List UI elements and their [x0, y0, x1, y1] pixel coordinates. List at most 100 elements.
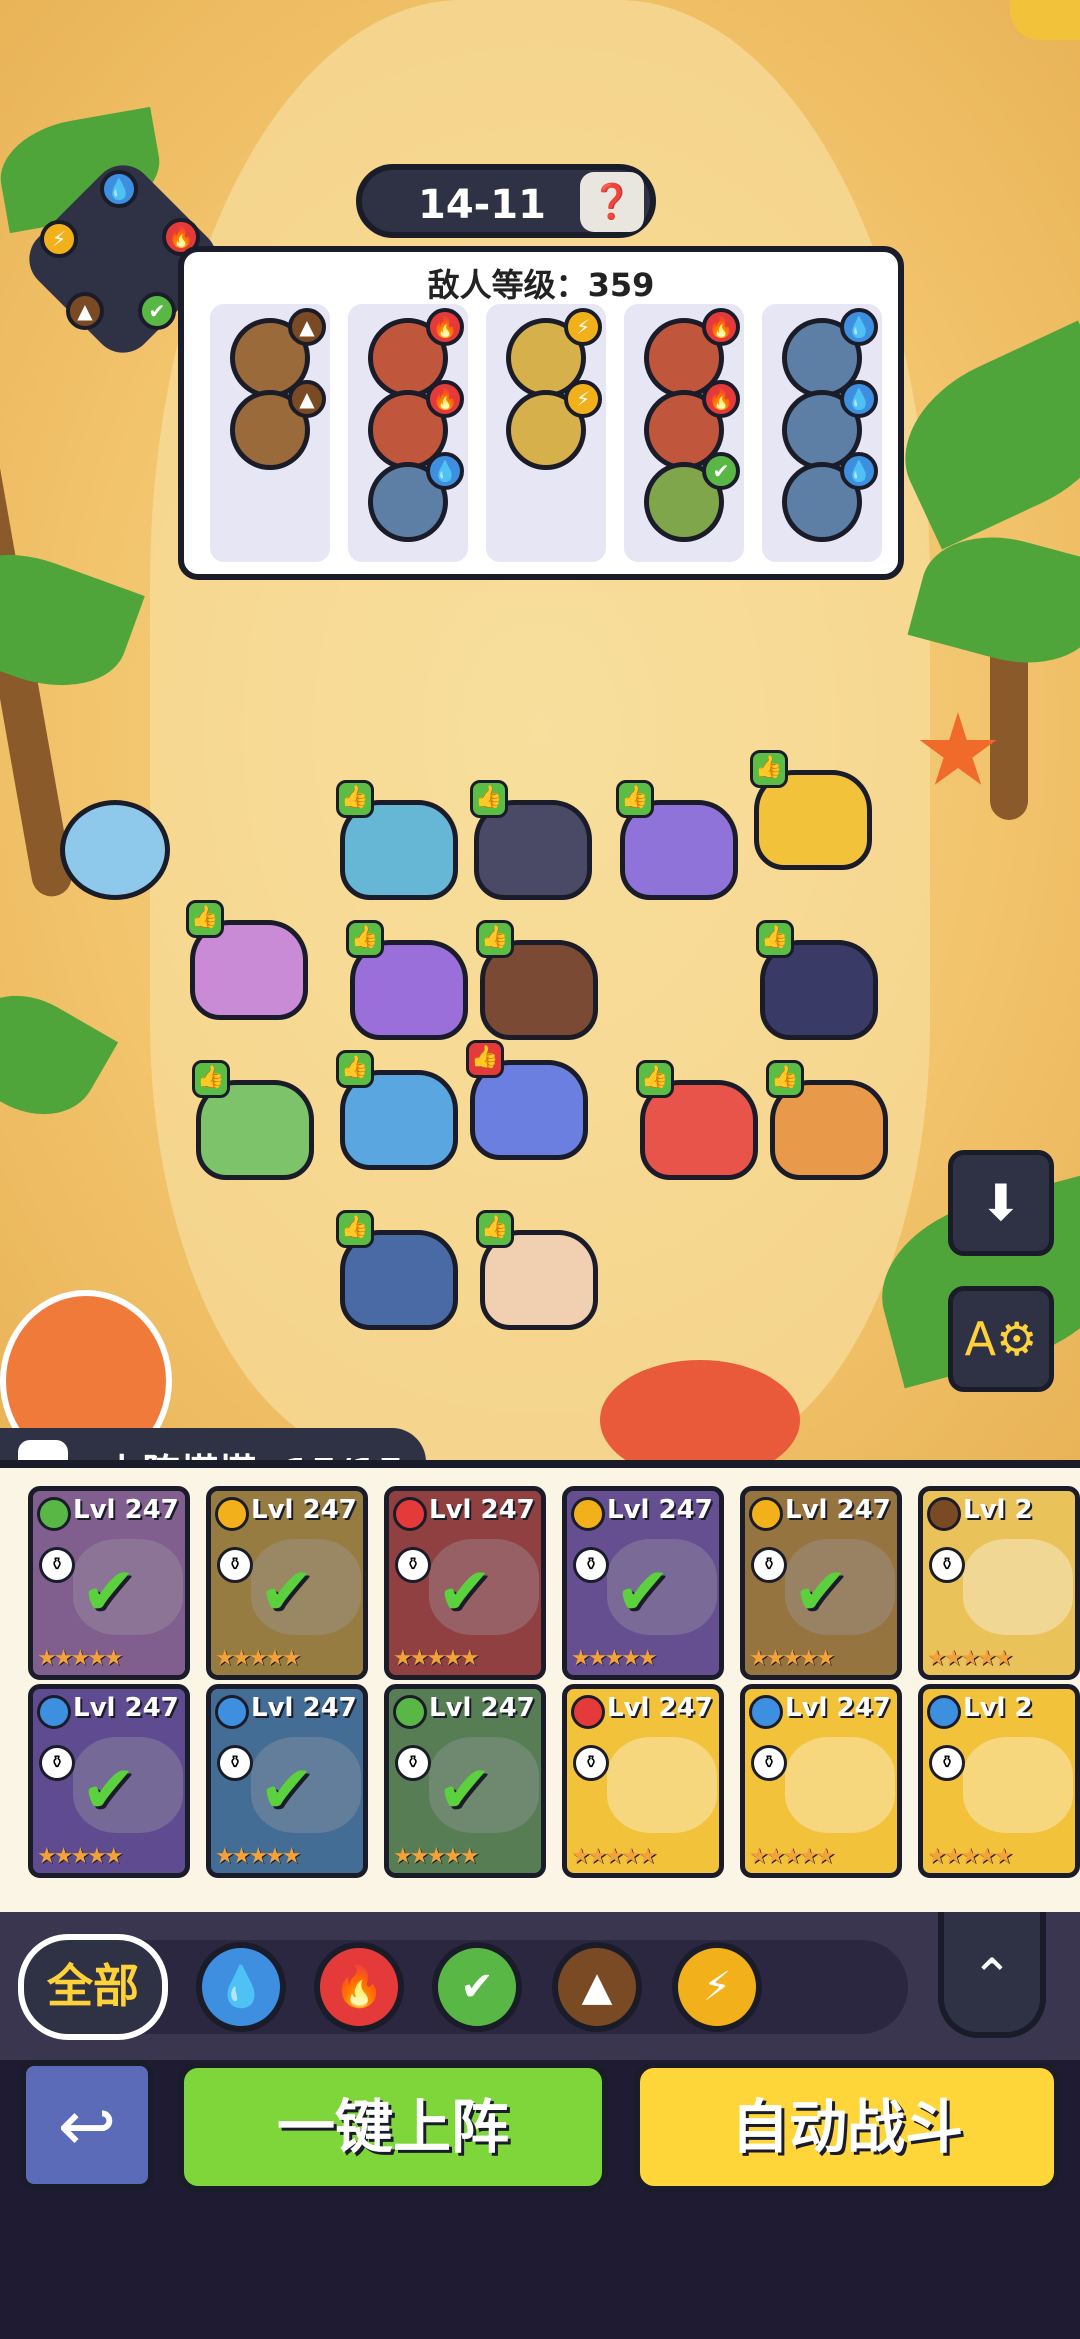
flame-icon: 🔥 [702, 308, 740, 346]
hero-card[interactable]: Lvl 247 ⚱ ✔ ★★★★★ [384, 1486, 546, 1680]
thumbs-up-icon: 👍 [336, 780, 374, 818]
hero-portrait [963, 1737, 1073, 1833]
checkmark-icon: ✔ [437, 1751, 493, 1828]
back-button[interactable]: ↩ [20, 2060, 154, 2190]
class-icon: ⚱ [217, 1547, 253, 1583]
thumbs-up-icon: 👍 [192, 1060, 230, 1098]
stage-level-pill: 14-11 ❓ [356, 164, 656, 238]
thumbs-up-icon: 👍 [186, 900, 224, 938]
star-rating: ★★★★★ [927, 1844, 1014, 1869]
lightning-icon [215, 1497, 249, 1531]
hero-card[interactable]: Lvl 247 ⚱ ✔ ★★★★★ [740, 1486, 902, 1680]
hero-card[interactable]: Lvl 247 ⚱ ✔ ★★★★★ [28, 1486, 190, 1680]
leaf-icon [393, 1695, 427, 1729]
hero-card[interactable]: Lvl 2 ⚱ ★★★★★ [918, 1684, 1080, 1878]
element-filter-bar: 全部 💧 🔥 ✔ ▲ ⚡ ⌃ [0, 1912, 1080, 2060]
thumbs-up-icon: 👍 [466, 1040, 504, 1078]
checkmark-icon: ✔ [437, 1553, 493, 1630]
class-icon: ⚱ [217, 1745, 253, 1781]
one-click-deploy-button[interactable]: 一键上阵 [178, 2062, 608, 2192]
mountain-icon: ▲ [66, 292, 104, 330]
leaf-icon: ✔ [702, 452, 740, 490]
hero-level: Lvl 247 [607, 1495, 713, 1525]
class-icon: ⚱ [573, 1745, 609, 1781]
hero-card[interactable]: Lvl 247 ⚱ ✔ ★★★★★ [206, 1486, 368, 1680]
mountain-icon: ▲ [288, 308, 326, 346]
filter-all-button[interactable]: 全部 [18, 1934, 168, 2040]
hero-card[interactable]: Lvl 2 ⚱ ★★★★★ [918, 1486, 1080, 1680]
enemy-info-icon[interactable]: ❓ [580, 172, 644, 232]
class-icon: ⚱ [573, 1547, 609, 1583]
flame-icon: 🔥 [334, 1964, 384, 2010]
filter-fire-button[interactable]: 🔥 [314, 1942, 404, 2032]
water-drop-icon [37, 1695, 71, 1729]
hero-portrait [963, 1539, 1073, 1635]
water-drop-icon: 💧 [100, 170, 138, 208]
star-rating: ★★★★★ [215, 1646, 302, 1671]
hero-card[interactable]: Lvl 247 ⚱ ✔ ★★★★★ [384, 1684, 546, 1878]
thumbs-up-icon: 👍 [476, 920, 514, 958]
hero-level: Lvl 2 [963, 1693, 1033, 1723]
class-icon: ⚱ [395, 1745, 431, 1781]
star-rating: ★★★★★ [393, 1646, 480, 1671]
hero-level: Lvl 247 [251, 1693, 357, 1723]
water-drop-icon: 💧 [426, 452, 464, 490]
thumbs-up-icon: 👍 [616, 780, 654, 818]
hero-level: Lvl 247 [429, 1495, 535, 1525]
water-drop-icon [749, 1695, 783, 1729]
lightning-icon: ⚡ [564, 380, 602, 418]
action-bar: ↩ 一键上阵 自动战斗 [0, 2060, 1080, 2339]
starfish [919, 712, 997, 785]
class-icon: ⚱ [929, 1745, 965, 1781]
star-rating: ★★★★★ [927, 1646, 1014, 1671]
filter-grass-button[interactable]: ✔ [432, 1942, 522, 2032]
filter-thunder-button[interactable]: ⚡ [672, 1942, 762, 2032]
checkmark-icon: ✔ [81, 1553, 137, 1630]
class-icon: ⚱ [929, 1547, 965, 1583]
mountain-icon [927, 1497, 961, 1531]
auto-settings-button[interactable]: A⚙ [948, 1286, 1054, 1392]
flame-icon [393, 1497, 427, 1531]
enemy-column: ⚡ ⚡ [486, 304, 606, 562]
star-rating: ★★★★★ [749, 1844, 836, 1869]
thumbs-up-icon: 👍 [766, 1060, 804, 1098]
filter-water-button[interactable]: 💧 [196, 1942, 286, 2032]
star-rating: ★★★★★ [393, 1844, 480, 1869]
water-drop-icon: 💧 [840, 452, 878, 490]
water-drop-icon: 💧 [840, 380, 878, 418]
hero-card[interactable]: Lvl 247 ⚱ ★★★★★ [562, 1684, 724, 1878]
collapse-roster-button[interactable]: ⌃ [938, 1912, 1046, 2038]
hero-portrait [607, 1737, 717, 1833]
water-drop-icon [927, 1695, 961, 1729]
leaf-icon [37, 1497, 71, 1531]
auto-battle-button[interactable]: 自动战斗 [634, 2062, 1060, 2192]
hero-level: Lvl 247 [251, 1495, 357, 1525]
hero-card[interactable]: Lvl 247 ⚱ ✔ ★★★★★ [28, 1684, 190, 1878]
thumbs-up-icon: 👍 [636, 1060, 674, 1098]
thumbs-up-icon: 👍 [346, 920, 384, 958]
mountain-icon: ▲ [581, 1964, 613, 2010]
thumbs-up-icon: 👍 [470, 780, 508, 818]
water-drop-icon: 💧 [216, 1964, 266, 2010]
star-rating: ★★★★★ [571, 1646, 658, 1671]
hero-card[interactable]: Lvl 247 ⚱ ★★★★★ [740, 1684, 902, 1878]
thumbs-up-icon: 👍 [756, 920, 794, 958]
lightning-icon: ⚡ [564, 308, 602, 346]
hero-level: Lvl 247 [785, 1495, 891, 1525]
hero-roster[interactable]: Lvl 247 ⚱ ✔ ★★★★★ Lvl 247 ⚱ ✔ ★★★★★ Lvl 247 ⚱ ✔ ★★★… [0, 1460, 1080, 1912]
hero-card[interactable]: Lvl 247 ⚱ ✔ ★★★★★ [562, 1486, 724, 1680]
mountain-icon: ▲ [288, 380, 326, 418]
star-rating: ★★★★★ [215, 1844, 302, 1869]
save-formation-button[interactable]: ⬇ [948, 1150, 1054, 1256]
filter-earth-button[interactable]: ▲ [552, 1942, 642, 2032]
lightning-icon: ⚡ [702, 1964, 732, 2010]
thumbs-up-icon: 👍 [336, 1210, 374, 1248]
star-rating: ★★★★★ [749, 1646, 836, 1671]
flame-icon: 🔥 [426, 308, 464, 346]
return-arrow-icon: ↩ [57, 2085, 117, 2167]
hero-card[interactable]: Lvl 247 ⚱ ✔ ★★★★★ [206, 1684, 368, 1878]
hero-level: Lvl 247 [429, 1693, 535, 1723]
enemy-column: 🔥 🔥 💧 [348, 304, 468, 562]
flame-icon: 🔥 [702, 380, 740, 418]
star-rating: ★★★★★ [37, 1646, 124, 1671]
